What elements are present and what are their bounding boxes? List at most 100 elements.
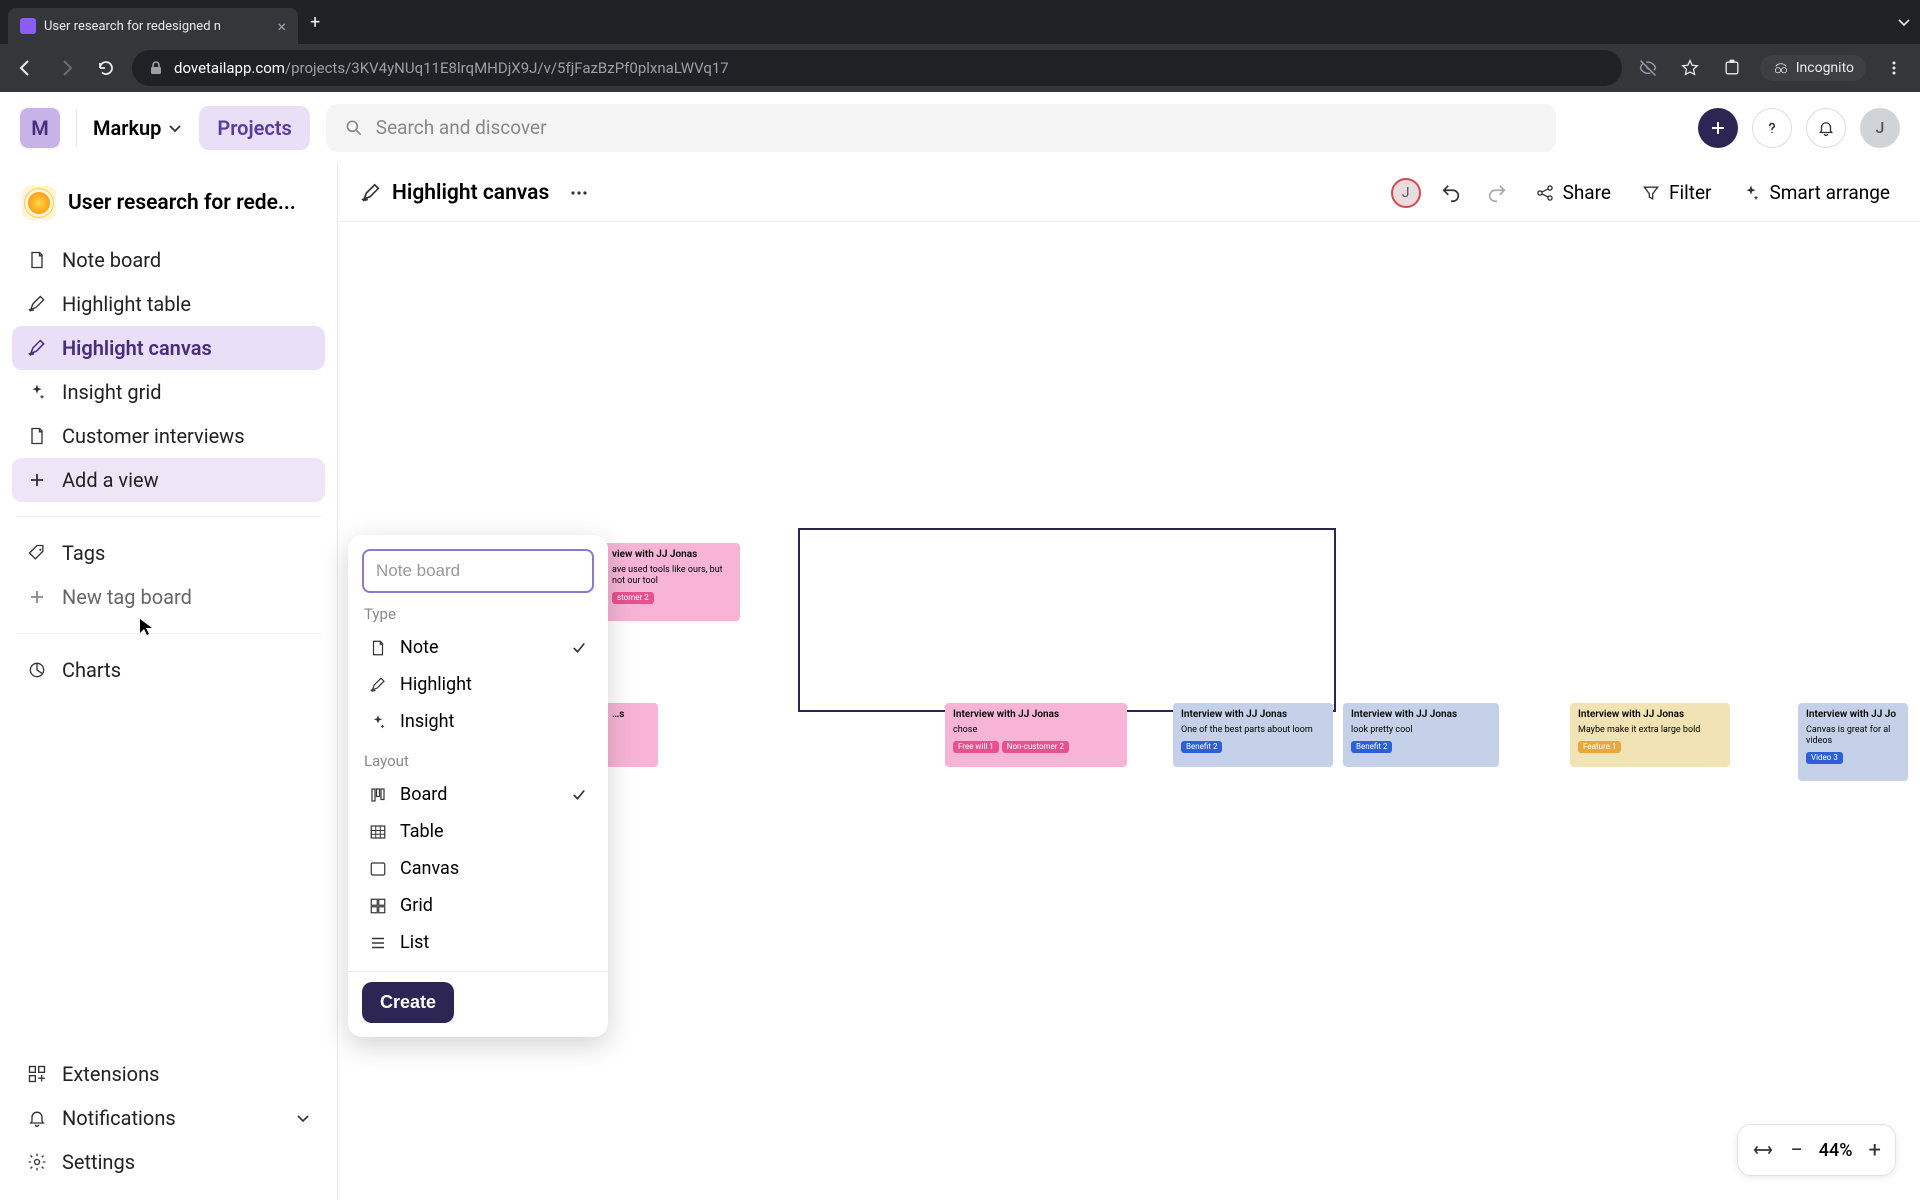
back-icon[interactable] xyxy=(12,54,40,82)
canvas-title[interactable]: Highlight canvas xyxy=(360,181,549,205)
note-title: Interview with JJ Jonas xyxy=(953,709,1119,722)
projects-tab[interactable]: Projects xyxy=(199,106,309,150)
extension-icon[interactable] xyxy=(1718,54,1746,82)
note-body: look pretty cool xyxy=(1351,725,1491,736)
canvas-toolbar: Highlight canvas J Share Filter Smart ar… xyxy=(338,164,1920,222)
canvas-note-card[interactable]: Interview with JJ JonaschoseFree will1No… xyxy=(945,703,1127,767)
url-text: dovetailapp.com/projects/3KV4yNUq11E8lrq… xyxy=(174,59,729,77)
favicon-icon xyxy=(20,18,36,34)
search-placeholder: Search and discover xyxy=(376,116,547,139)
help-button[interactable] xyxy=(1752,108,1792,148)
share-button[interactable]: Share xyxy=(1527,175,1619,210)
nav-label: Add a view xyxy=(62,468,159,492)
filter-button[interactable]: Filter xyxy=(1633,175,1719,210)
global-search[interactable]: Search and discover xyxy=(326,104,1556,152)
note-title: Interview with JJ Jonas xyxy=(1351,709,1491,722)
menu-icon[interactable] xyxy=(1880,54,1908,82)
note-icon xyxy=(26,425,48,447)
create-view-button[interactable]: Create xyxy=(362,982,454,1023)
new-tab-button[interactable]: + xyxy=(310,12,320,33)
bell-icon xyxy=(26,1107,48,1129)
url-bar[interactable]: dovetailapp.com/projects/3KV4yNUq11E8lrq… xyxy=(132,50,1622,86)
star-icon[interactable] xyxy=(1676,54,1704,82)
option-label: Insight xyxy=(400,711,454,732)
incognito-badge[interactable]: Incognito xyxy=(1760,55,1866,81)
reload-icon[interactable] xyxy=(92,54,120,82)
share-icon xyxy=(1535,183,1555,203)
new-tag-board-button[interactable]: New tag board xyxy=(12,575,325,619)
sidebar-tags[interactable]: Tags xyxy=(12,531,325,575)
layout-option-grid[interactable]: Grid xyxy=(362,887,594,924)
type-option-highlight[interactable]: Highlight xyxy=(362,666,594,703)
browser-tab-bar: User research for redesigned n × + xyxy=(0,0,1920,44)
fit-width-button[interactable] xyxy=(1752,1139,1774,1161)
divider xyxy=(16,516,321,517)
filter-icon xyxy=(1641,183,1661,203)
note-body: ave used tools like ours, but not our to… xyxy=(612,565,732,588)
org-badge[interactable]: M xyxy=(20,108,60,148)
close-icon[interactable]: × xyxy=(277,17,286,36)
chevron-down-icon xyxy=(295,1110,311,1126)
layout-option-canvas[interactable]: Canvas xyxy=(362,850,594,887)
add-view-button[interactable]: Add a view xyxy=(12,458,325,502)
browser-tab[interactable]: User research for redesigned n × xyxy=(8,8,298,44)
create-button[interactable] xyxy=(1698,108,1738,148)
canvas-note-card[interactable]: view with JJ Jonasave used tools like ou… xyxy=(604,543,740,621)
note-title: Interview with JJ Jonas xyxy=(1181,709,1325,722)
projects-label: Projects xyxy=(217,116,291,140)
notifications-button[interactable] xyxy=(1806,108,1846,148)
chevron-down-icon[interactable] xyxy=(1896,14,1912,30)
canvas-note-card[interactable]: Interview with JJ JonasOne of the best p… xyxy=(1173,703,1333,767)
type-option-insight[interactable]: Insight xyxy=(362,703,594,740)
view-name-input[interactable] xyxy=(362,549,594,593)
sidebar-view-note-board[interactable]: Note board xyxy=(12,238,325,282)
avatar-initial: J xyxy=(1402,185,1410,201)
canvas-note-card[interactable]: Interview with JJ JonasMaybe make it ext… xyxy=(1570,703,1730,767)
smart-arrange-button[interactable]: Smart arrange xyxy=(1733,175,1898,210)
canvas-note-card[interactable]: …s xyxy=(604,703,658,767)
forward-icon[interactable] xyxy=(52,54,80,82)
sidebar-charts[interactable]: Charts xyxy=(12,648,325,692)
nav-label: Extensions xyxy=(62,1062,159,1086)
canvas-note-card[interactable]: Interview with JJ JoCanvas is great for … xyxy=(1798,703,1908,781)
layout-option-table[interactable]: Table xyxy=(362,813,594,850)
list-layout-icon xyxy=(368,934,388,952)
sidebar-extensions[interactable]: Extensions xyxy=(12,1052,325,1096)
sidebar-view-customer-interviews[interactable]: Customer interviews xyxy=(12,414,325,458)
layout-option-list[interactable]: List xyxy=(362,924,594,961)
insight-icon xyxy=(368,713,388,731)
more-icon[interactable] xyxy=(563,177,595,209)
undo-button[interactable] xyxy=(1435,177,1467,209)
nav-label: Customer interviews xyxy=(62,424,245,448)
zoom-in-button[interactable]: + xyxy=(1869,1138,1881,1163)
canvas-note-card[interactable]: Interview with JJ Jonaslook pretty coolB… xyxy=(1343,703,1499,767)
sidebar-settings[interactable]: Settings xyxy=(12,1140,325,1184)
sidebar-view-highlight-table[interactable]: Highlight table xyxy=(12,282,325,326)
user-avatar[interactable]: J xyxy=(1860,108,1900,148)
tag-pill: Feature1 xyxy=(1578,741,1621,753)
eye-off-icon[interactable] xyxy=(1634,54,1662,82)
incognito-icon xyxy=(1772,59,1790,77)
tag-pill: Free will1 xyxy=(953,741,999,753)
sidebar-view-highlight-canvas[interactable]: Highlight canvas xyxy=(12,326,325,370)
type-option-note[interactable]: Note xyxy=(362,629,594,666)
table-layout-icon xyxy=(368,823,388,841)
option-label: List xyxy=(400,932,429,953)
workspace-menu[interactable]: Markup xyxy=(93,116,183,140)
project-title-row[interactable]: User research for rede... xyxy=(12,180,325,238)
presence-avatar[interactable]: J xyxy=(1391,178,1421,208)
zoom-out-button[interactable]: − xyxy=(1790,1138,1803,1163)
redo-button[interactable] xyxy=(1481,177,1513,209)
tag-pill: Non-customer2 xyxy=(1002,741,1069,753)
highlight-icon xyxy=(26,293,48,315)
sidebar-notifications[interactable]: Notifications xyxy=(12,1096,325,1140)
layout-option-board[interactable]: Board xyxy=(362,776,594,813)
tab-title: User research for redesigned n xyxy=(44,19,269,34)
lightbulb-icon xyxy=(22,186,56,220)
sidebar-view-insight-grid[interactable]: Insight grid xyxy=(12,370,325,414)
nav-label: Tags xyxy=(62,541,105,565)
smart-arrange-label: Smart arrange xyxy=(1769,181,1890,204)
option-label: Note xyxy=(400,637,439,658)
divider xyxy=(16,633,321,634)
chart-icon xyxy=(26,659,48,681)
